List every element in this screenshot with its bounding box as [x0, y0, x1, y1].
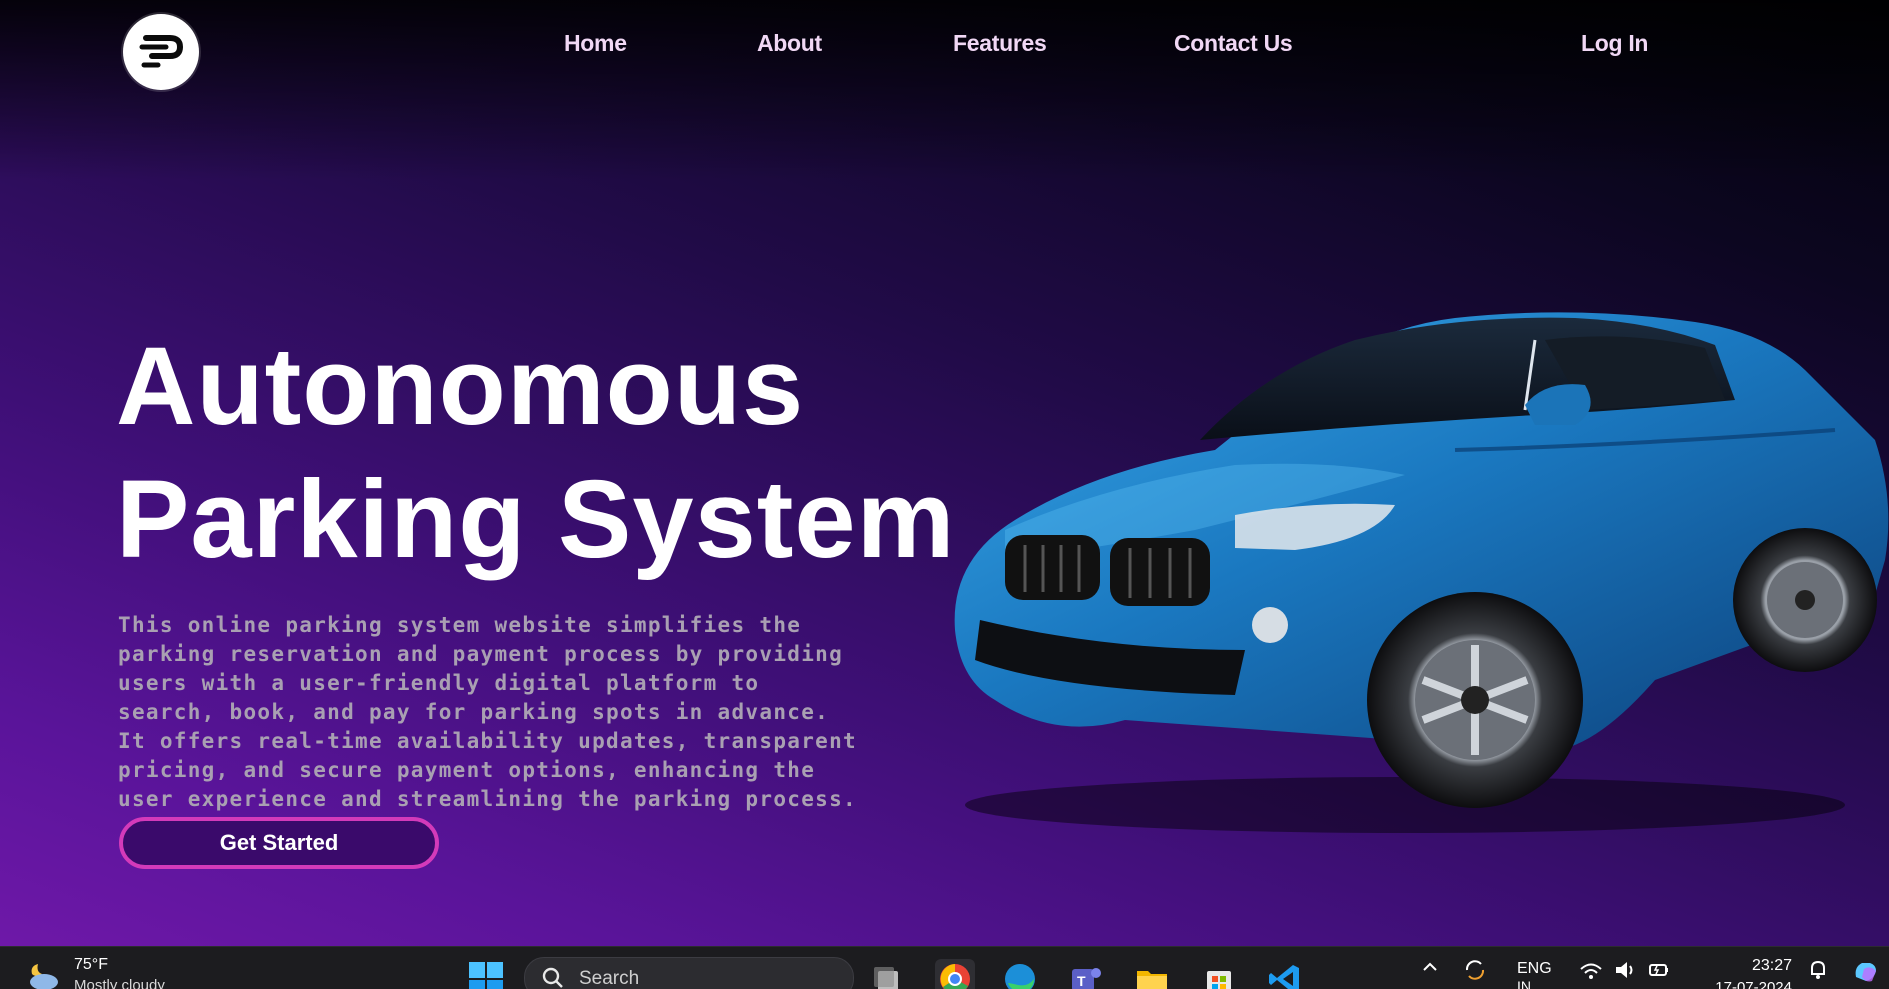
weather-condition[interactable]: Mostly cloudy: [74, 977, 165, 989]
vscode-icon[interactable]: [1265, 959, 1305, 989]
windows-start-icon[interactable]: [468, 961, 504, 989]
notification-bell-icon[interactable]: [1806, 957, 1830, 986]
wifi-icon[interactable]: [1578, 957, 1604, 988]
battery-icon[interactable]: [1646, 957, 1672, 988]
file-explorer-icon[interactable]: [1132, 959, 1172, 989]
clock-time[interactable]: 23:27: [1720, 957, 1792, 975]
edge-icon[interactable]: [1000, 959, 1040, 989]
logo-icon: [139, 35, 184, 68]
logo[interactable]: [123, 14, 199, 90]
svg-text:T: T: [1077, 973, 1086, 989]
taskbar-search[interactable]: Search: [524, 957, 854, 989]
task-view-icon[interactable]: [868, 959, 908, 989]
car-image: [954, 312, 1889, 833]
nav-home[interactable]: Home: [564, 30, 627, 57]
teams-icon[interactable]: T: [1066, 959, 1106, 989]
keyboard-region: IN: [1517, 978, 1531, 989]
search-icon: [542, 967, 563, 988]
hero-description: This online parking system website simpl…: [118, 613, 857, 811]
search-placeholder: Search: [579, 968, 640, 989]
sync-icon[interactable]: [1462, 957, 1488, 988]
nav-log-in[interactable]: Log In: [1581, 30, 1648, 57]
language-code: ENG: [1517, 960, 1552, 977]
chevron-up-icon[interactable]: [1420, 957, 1440, 982]
nav-features[interactable]: Features: [953, 30, 1047, 57]
landing-page: Home About Features Contact Us Log In Au…: [0, 0, 1889, 946]
copilot-icon[interactable]: [1850, 957, 1880, 989]
windows-taskbar: 75°F Mostly cloudy Search T ENG IN 23:27…: [0, 946, 1889, 989]
chrome-icon[interactable]: [935, 959, 975, 989]
partly-cloudy-night-icon[interactable]: [24, 960, 60, 989]
volume-icon[interactable]: [1612, 957, 1638, 988]
hero-title: Autonomous Parking System: [116, 320, 955, 586]
hero-title-line-2: Parking System: [116, 458, 956, 581]
hero-title-line-1: Autonomous: [116, 325, 805, 448]
weather-temp[interactable]: 75°F: [74, 956, 108, 974]
nav-about[interactable]: About: [757, 30, 822, 57]
nav-contact-us[interactable]: Contact Us: [1174, 30, 1293, 57]
get-started-button[interactable]: Get Started: [119, 817, 439, 869]
microsoft-store-icon[interactable]: [1199, 959, 1239, 989]
language-indicator[interactable]: ENG IN: [1517, 960, 1552, 989]
